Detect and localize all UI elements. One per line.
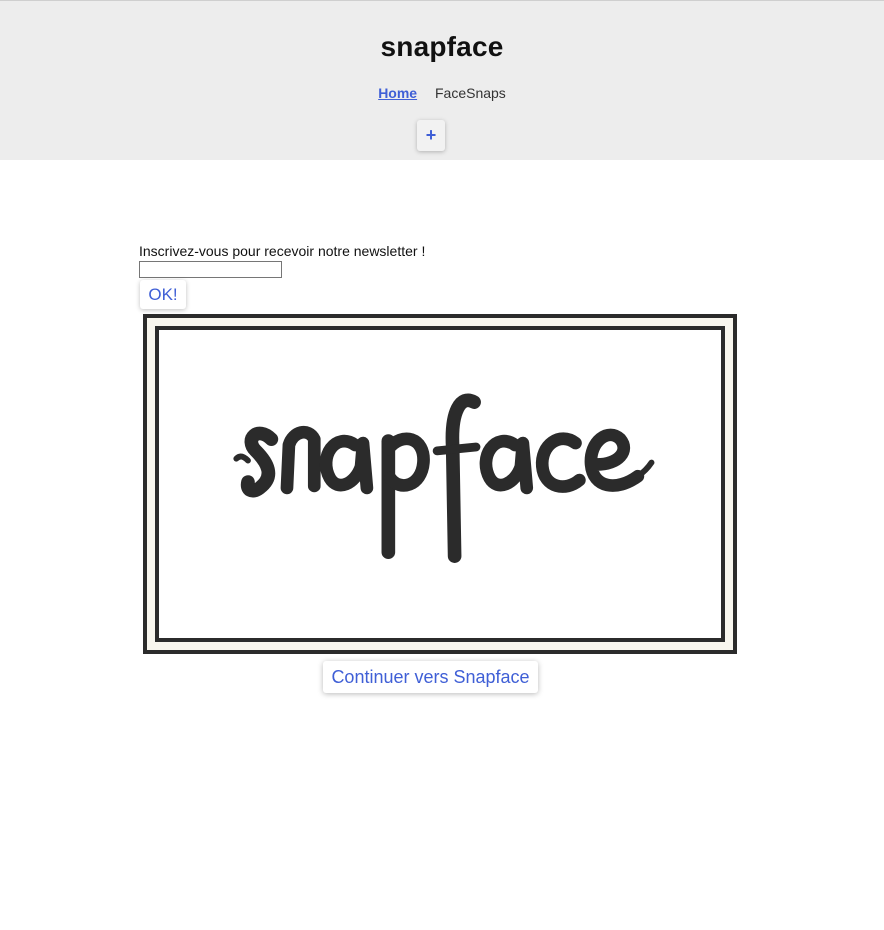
continue-to-snapface-button[interactable]: Continuer vers Snapface — [323, 661, 538, 693]
nav-link-facesnaps[interactable]: FaceSnaps — [435, 85, 506, 101]
add-facesnap-button[interactable]: + — [417, 120, 445, 151]
main-nav: Home FaceSnaps — [0, 85, 884, 101]
newsletter-submit-button[interactable]: OK! — [140, 280, 186, 309]
logo-inner-frame — [155, 326, 725, 642]
newsletter-email-input[interactable] — [139, 261, 282, 278]
newsletter-label: Inscrivez-vous pour recevoir notre newsl… — [139, 243, 426, 259]
nav-link-home[interactable]: Home — [378, 85, 417, 101]
snapface-logo-art — [233, 393, 655, 563]
site-header: snapface Home FaceSnaps + — [0, 0, 884, 160]
snapface-logo-image — [143, 314, 737, 654]
site-title: snapface — [380, 31, 504, 62]
